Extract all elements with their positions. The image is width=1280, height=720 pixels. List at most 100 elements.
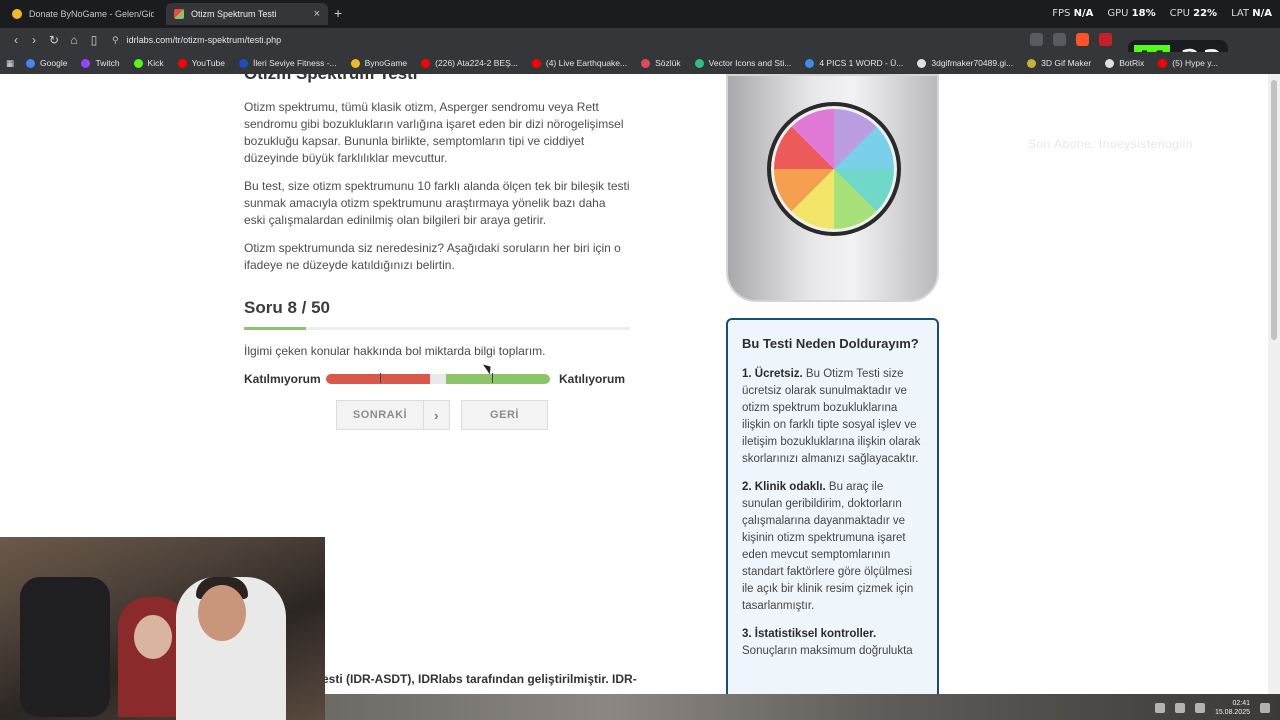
streamer-person [176, 577, 286, 720]
battery-icon[interactable] [1194, 703, 1205, 713]
agree-label: Katılıyorum [559, 372, 626, 386]
bookmark-youtube[interactable]: YouTube [177, 58, 225, 68]
notifications-icon[interactable] [1260, 703, 1270, 713]
idrlabs-favicon-icon [174, 9, 184, 19]
file-icon [917, 58, 927, 68]
gpu-stat: GPU 18% [1107, 8, 1156, 19]
tab-title: Donate ByNoGame - Gelen/Giden Ba [29, 9, 154, 19]
apps-grid-icon[interactable]: ▦ [6, 58, 14, 69]
twitch-icon [81, 58, 91, 68]
close-tab-icon[interactable]: × [314, 8, 320, 20]
back-button[interactable]: GERİ [461, 400, 548, 430]
next-button[interactable]: SONRAKİ › [336, 400, 450, 430]
bookmark-earthquake[interactable]: (4) Live Earthquake... [531, 58, 627, 68]
brave-shield-icon[interactable] [1076, 33, 1089, 46]
bookmark-hype[interactable]: (5) Hype y... [1158, 58, 1218, 68]
bookmark-vector-icons[interactable]: Vector Icons and Sti... [694, 58, 791, 68]
volume-icon[interactable] [1174, 703, 1185, 713]
sozluk-icon [641, 58, 651, 68]
bynogame-favicon-icon [12, 9, 22, 19]
browser-toolbar: ‹ › ↻ ⌂ ▯ ⚲ idrlabs.com/tr/otizm-spektru… [0, 28, 1280, 52]
kick-icon [133, 58, 143, 68]
home-icon[interactable]: ⌂ [66, 32, 82, 48]
rewards-icon[interactable] [1099, 33, 1112, 46]
system-tray: 02:41 15.08.2025 [1154, 699, 1270, 717]
agreement-scale: Katılmıyorum Katılıyorum [244, 372, 630, 386]
intro-paragraph-3: Otizm spektrumunda siz neredesiniz? Aşağ… [244, 241, 621, 272]
intro-paragraph-2: Bu test, size otizm spektrumunu 10 farkl… [244, 179, 630, 227]
intro-paragraph-1: Otizm spektrumu, tümü klasik otizm, Aspe… [244, 100, 624, 165]
webcam-overlay [0, 537, 325, 720]
bookmark-ata224[interactable]: (226) Ata224-2 BEŞ... [421, 58, 518, 68]
url-text: idrlabs.com/tr/otizm-spektrum/testi.php [126, 35, 282, 45]
forward-arrow-icon[interactable]: › [26, 32, 42, 48]
why-item: 2. Klinik odaklı. Bu araç ile sunulan ge… [742, 481, 914, 612]
browser-tab-bar: Donate ByNoGame - Gelen/Giden Ba Otizm S… [0, 0, 1280, 28]
color-wheel-icon [767, 102, 901, 236]
network-icon[interactable] [1154, 703, 1165, 713]
youtube-icon [1158, 58, 1168, 68]
bookmark-twitch[interactable]: Twitch [81, 58, 120, 68]
disagree-zone[interactable] [326, 374, 430, 384]
bookmark-icon[interactable]: ▯ [86, 32, 102, 48]
agreement-slider[interactable] [326, 374, 550, 384]
extensions-area [1030, 33, 1112, 46]
bookmark-4pics[interactable]: 4 PICS 1 WORD - Ü... [805, 58, 903, 68]
bookmarks-bar: ▦ Google Twitch Kick YouTube İleri Seviy… [0, 52, 1280, 74]
reload-icon[interactable]: ↻ [46, 32, 62, 48]
windows-taskbar: 02:41 15.08.2025 [325, 694, 1280, 720]
progress-bar [244, 327, 630, 330]
bynogame-icon [350, 58, 360, 68]
gaming-chair [20, 577, 110, 717]
why-take-test-box: Bu Testi Neden Doldurayım? 1. Ücretsiz. … [726, 318, 939, 694]
bookmark-google[interactable]: Google [26, 58, 67, 68]
why-item: 1. Ücretsiz. Bu Otizm Testi size ücretsi… [742, 368, 921, 465]
lat-stat: LAT N/A [1231, 8, 1272, 19]
disagree-label: Katılmıyorum [244, 372, 321, 386]
page-title: Otizm Spektrum Testi [244, 74, 418, 84]
bookmark-3dgifmaker[interactable]: 3D Gif Maker [1027, 58, 1091, 68]
chevron-right-icon: › [423, 401, 449, 429]
cpu-stat: CPU 22% [1169, 8, 1218, 19]
question-text: İlgimi çeken konular hakkında bol miktar… [244, 344, 546, 358]
scale-tick [492, 373, 493, 383]
bookmark-kick[interactable]: Kick [133, 58, 164, 68]
bookmark-bynogame[interactable]: BynoGame [350, 58, 407, 68]
scale-tick [380, 373, 381, 383]
reader-icon[interactable] [1030, 33, 1043, 46]
tab-autism-test[interactable]: Otizm Spektrum Testi × [166, 3, 328, 25]
bookmark-sozluk[interactable]: Sözlük [641, 58, 681, 68]
bookmark-botrix[interactable]: BotRix [1105, 58, 1144, 68]
scrollbar-thumb[interactable] [1271, 80, 1277, 340]
agree-zone[interactable] [446, 374, 550, 384]
youtube-icon [531, 58, 541, 68]
new-tab-button[interactable]: + [334, 5, 342, 21]
progress-fill [244, 327, 306, 330]
slider-handle[interactable] [430, 374, 446, 384]
bookmark-3dgifmaker-file[interactable]: 3dgifmaker70489.gi... [917, 58, 1013, 68]
fitness-icon [239, 58, 249, 68]
color-wheel-illustration [726, 74, 939, 302]
gif-icon [1027, 58, 1037, 68]
tab-title: Otizm Spektrum Testi [191, 9, 277, 19]
why-title: Bu Testi Neden Doldurayım? [742, 336, 919, 351]
stream-subscriber-watermark: Son Abone: Inoeysistenogiin [1028, 137, 1193, 151]
site-info-icon[interactable]: ⚲ [112, 35, 119, 46]
fps-stat: FPS N/A [1052, 8, 1094, 19]
share-icon[interactable] [1053, 33, 1066, 46]
tab-donate[interactable]: Donate ByNoGame - Gelen/Giden Ba [4, 3, 162, 25]
question-counter: Soru 8 / 50 [244, 298, 330, 317]
address-bar[interactable]: ⚲ idrlabs.com/tr/otizm-spektrum/testi.ph… [112, 31, 1112, 49]
bookmark-fitness[interactable]: İleri Seviye Fitness -... [239, 58, 337, 68]
pics-icon [805, 58, 815, 68]
back-arrow-icon[interactable]: ‹ [8, 32, 24, 48]
clock[interactable]: 02:41 15.08.2025 [1215, 699, 1250, 717]
why-item: 3. İstatistiksel kontroller. Sonuçların … [742, 628, 913, 657]
google-icon [26, 58, 36, 68]
youtube-icon [421, 58, 431, 68]
next-button-label: SONRAKİ [352, 409, 408, 421]
botrix-icon [1105, 58, 1115, 68]
page-scrollbar[interactable] [1268, 74, 1280, 694]
performance-overlay: FPS N/A GPU 18% CPU 22% LAT N/A [1052, 8, 1272, 19]
test-credit-text: esti (IDR-ASDT), IDRlabs tarafından geli… [322, 672, 637, 686]
